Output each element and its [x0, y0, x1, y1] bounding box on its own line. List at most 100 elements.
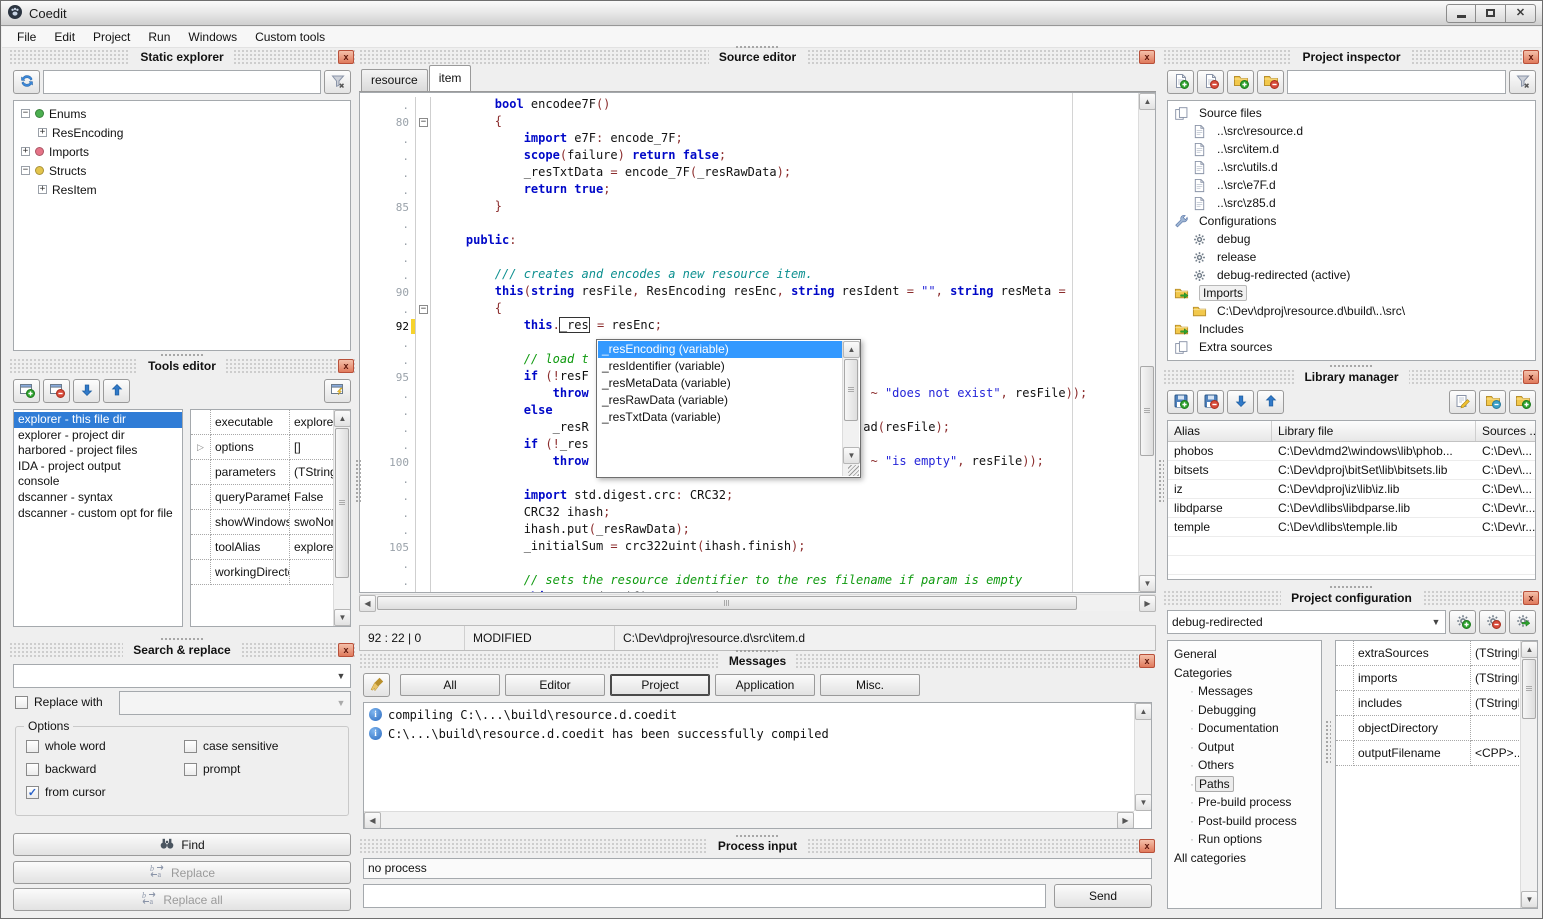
library-row-phobos[interactable]: phobosC:\Dev\dmd2\windows\lib\phob...C:\… — [1168, 442, 1535, 461]
column-splitter-grip[interactable] — [1158, 459, 1164, 503]
scroll-down-icon[interactable]: ▼ — [1135, 794, 1152, 811]
code-line[interactable]: 80− { — [360, 114, 1138, 131]
config-category-all-categories[interactable]: All categories — [1174, 849, 1321, 868]
messages-filter-editor[interactable]: Editor — [505, 674, 605, 696]
code-line[interactable]: 105 _initialSum = crc322uint(ihash.finis… — [360, 539, 1138, 556]
scroll-left-icon[interactable]: ◀ — [364, 812, 381, 829]
code-line[interactable]: . — [360, 556, 1138, 573]
splitter-grip[interactable] — [1325, 720, 1331, 764]
code-line[interactable]: . /// creates and encodes a new resource… — [360, 267, 1138, 284]
remove-file-button[interactable] — [1197, 70, 1224, 94]
code-line[interactable]: . // sets the resource identifier to the… — [360, 573, 1138, 590]
move-library-down-button[interactable] — [1227, 390, 1254, 414]
editor-vertical-scrollbar[interactable]: ▲ ▼ — [1138, 93, 1155, 592]
column-header-sources[interactable]: Sources ... — [1476, 421, 1535, 441]
minimize-button[interactable] — [1446, 4, 1476, 23]
menu-file[interactable]: File — [8, 28, 45, 46]
close-panel-icon[interactable]: x — [1139, 839, 1155, 853]
property-row-parameters[interactable]: parameters(TStringList) — [191, 460, 333, 485]
messages-filter-project[interactable]: Project — [610, 674, 710, 696]
code-line[interactable]: . — [360, 216, 1138, 233]
move-library-up-button[interactable] — [1257, 390, 1284, 414]
completion-item-restxtdata[interactable]: _resTxtData (variable) — [598, 409, 842, 426]
remove-configuration-button[interactable] — [1479, 610, 1506, 634]
code-line[interactable]: . return true; — [360, 182, 1138, 199]
column-splitter-grip[interactable] — [355, 459, 361, 503]
add-library-folder-button[interactable] — [1509, 390, 1536, 414]
library-row-libdparse[interactable]: libdparseC:\Dev\dlibs\libdparse.libC:\De… — [1168, 499, 1535, 518]
project-node-c-dev-dproj-resource-d-build-src[interactable]: C:\Dev\dproj\resource.d\build\..\src\ — [1168, 302, 1535, 320]
expand-property-icon[interactable]: ▷ — [191, 435, 211, 460]
code-line[interactable]: . bool encodee7F() — [360, 97, 1138, 114]
configuration-grid-scrollbar[interactable]: ▲ ▼ — [1520, 641, 1537, 908]
send-button[interactable]: Send — [1054, 884, 1152, 908]
tree-node-imports[interactable]: +Imports — [14, 142, 350, 161]
add-tool-button[interactable] — [13, 379, 40, 403]
scroll-left-icon[interactable]: ◀ — [359, 595, 376, 612]
property-value[interactable]: explorer - this file dir — [290, 535, 335, 560]
project-node-includes[interactable]: Includes — [1168, 320, 1535, 338]
scroll-up-icon[interactable]: ▲ — [334, 410, 351, 427]
inspector-filter-input[interactable] — [1287, 70, 1506, 94]
scroll-down-icon[interactable]: ▼ — [1521, 891, 1538, 908]
library-row-temple[interactable]: templeC:\Dev\dlibs\temple.libC:\Dev\r... — [1168, 518, 1535, 537]
messages-filter-all[interactable]: All — [400, 674, 500, 696]
completion-item-residentifier[interactable]: _resIdentifier (variable) — [598, 358, 842, 375]
menu-edit[interactable]: Edit — [45, 28, 84, 46]
code-line[interactable]: . public: — [360, 233, 1138, 250]
close-panel-icon[interactable]: x — [338, 50, 354, 64]
close-panel-icon[interactable]: x — [1523, 370, 1539, 384]
menu-run[interactable]: Run — [139, 28, 179, 46]
project-node-src-z85-d[interactable]: ..\src\z85.d — [1168, 194, 1535, 212]
close-panel-icon[interactable]: x — [338, 643, 354, 657]
property-value[interactable]: [] — [290, 435, 335, 460]
move-tool-down-button[interactable] — [73, 379, 100, 403]
code-line[interactable]: 92 this._res = resEnc; — [360, 318, 1138, 335]
process-input-field[interactable] — [363, 884, 1046, 908]
scroll-down-icon[interactable]: ▼ — [843, 447, 860, 464]
checkbox-backward[interactable] — [26, 763, 39, 776]
code-line[interactable]: . _resTxtData = encode_7F(_resRawData); — [360, 165, 1138, 182]
property-value[interactable] — [290, 560, 335, 585]
scroll-up-icon[interactable]: ▲ — [843, 341, 860, 358]
project-node-src-utils-d[interactable]: ..\src\utils.d — [1168, 158, 1535, 176]
add-configuration-button[interactable] — [1449, 610, 1476, 634]
add-file-button[interactable] — [1167, 70, 1194, 94]
refresh-button[interactable] — [13, 70, 40, 94]
messages-filter-application[interactable]: Application — [715, 674, 815, 696]
property-row-toolalias[interactable]: toolAliasexplorer - this file dir — [191, 535, 333, 560]
chevron-down-icon[interactable]: ▼ — [1427, 611, 1445, 633]
close-panel-icon[interactable]: x — [1523, 50, 1539, 64]
completion-item-resrawdata[interactable]: _resRawData (variable) — [598, 392, 842, 409]
project-node-release[interactable]: release — [1168, 248, 1535, 266]
tree-node-structs[interactable]: −Structs — [14, 161, 350, 180]
message-line[interactable]: iC:\...\build\resource.d.coedit has been… — [364, 724, 1134, 743]
remove-tool-button[interactable] — [43, 379, 70, 403]
option-from-cursor[interactable]: ✓from cursor — [26, 785, 180, 799]
scroll-up-icon[interactable]: ▲ — [1135, 703, 1152, 720]
tree-node-resencoding[interactable]: +ResEncoding — [14, 123, 350, 142]
code-editor[interactable]: . bool encodee7F()80− {. import e7F: enc… — [359, 92, 1156, 593]
config-category-run-options[interactable]: ·Run options — [1174, 830, 1321, 849]
property-row-objectdirectory[interactable]: objectDirectory — [1336, 716, 1520, 741]
chevron-down-icon[interactable]: ▼ — [332, 665, 350, 687]
remove-folder-button[interactable] — [1257, 70, 1284, 94]
config-category-post-build-process[interactable]: ·Post-build process — [1174, 812, 1321, 831]
tool-item-explorer-project-dir[interactable]: explorer - project dir — [14, 428, 182, 444]
scroll-thumb[interactable] — [335, 428, 349, 578]
replace-term-combo[interactable]: ▼ — [119, 691, 351, 715]
symbol-filter-input[interactable] — [43, 70, 321, 94]
move-tool-up-button[interactable] — [103, 379, 130, 403]
add-library-button[interactable] — [1167, 390, 1194, 414]
popup-scrollbar[interactable]: ▲ ▼ — [842, 341, 859, 476]
project-node-imports[interactable]: Imports — [1168, 284, 1535, 302]
sync-configuration-button[interactable] — [1509, 610, 1536, 634]
config-category-paths[interactable]: ·Paths — [1174, 775, 1321, 794]
option-whole-word[interactable]: whole word — [26, 739, 180, 753]
popup-resize-grip[interactable] — [848, 465, 859, 476]
config-category-messages[interactable]: ·Messages — [1174, 682, 1321, 701]
checkbox-whole-word[interactable] — [26, 740, 39, 753]
property-value[interactable]: (TStringList) — [1471, 641, 1519, 666]
config-category-debugging[interactable]: ·Debugging — [1174, 701, 1321, 720]
scroll-right-icon[interactable]: ▶ — [1117, 812, 1134, 829]
